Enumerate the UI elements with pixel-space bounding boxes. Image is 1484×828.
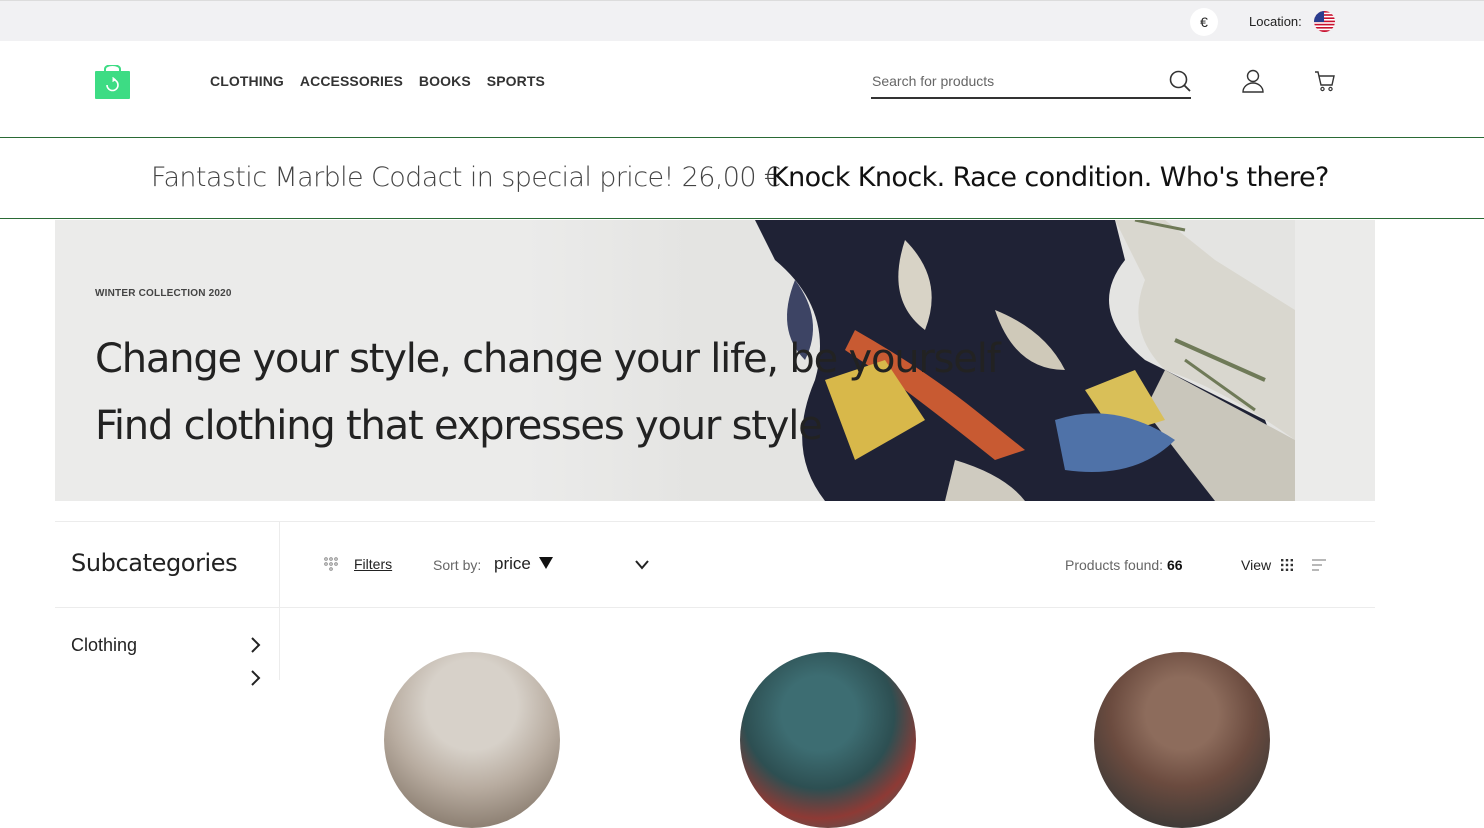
- grid-view-icon[interactable]: [1281, 559, 1293, 571]
- promo-strip: Fantastic Marble Codact in special price…: [0, 138, 1484, 219]
- filters-link[interactable]: Filters: [354, 556, 392, 572]
- search-input[interactable]: [871, 68, 1161, 94]
- sidebar-divider: [279, 521, 280, 680]
- location-label: Location:: [1249, 14, 1302, 29]
- subcategory-item-clothing[interactable]: Clothing: [71, 635, 266, 657]
- us-flag-icon[interactable]: [1314, 11, 1335, 32]
- product-card-image[interactable]: [384, 652, 560, 828]
- filters-icon: [324, 557, 338, 571]
- nav-clothing[interactable]: CLOTHING: [210, 73, 284, 89]
- hero-banner: WINTER COLLECTION 2020 Change your style…: [55, 220, 1375, 501]
- sort-direction-icon[interactable]: [539, 557, 553, 569]
- nav-books[interactable]: BOOKS: [419, 73, 471, 89]
- subcategory-label: Clothing: [71, 635, 138, 655]
- product-card-image[interactable]: [740, 652, 916, 828]
- search-bar: [871, 68, 1191, 99]
- subcategory-item-next[interactable]: [71, 668, 266, 690]
- main-header: CLOTHING ACCESSORIES BOOKS SPORTS: [0, 41, 1484, 138]
- products-found-label: Products found:: [1065, 557, 1164, 573]
- product-card-image[interactable]: [1094, 652, 1270, 828]
- top-utility-bar: € Location:: [0, 0, 1484, 41]
- sort-value[interactable]: price: [494, 554, 531, 574]
- currency-selector[interactable]: €: [1190, 8, 1218, 36]
- nav-sports[interactable]: SPORTS: [487, 73, 545, 89]
- hero-heading: Change your style, change your life, be …: [95, 336, 1001, 382]
- toolbar-bottom-divider: [55, 607, 1375, 608]
- toolbar-top-divider: [55, 521, 1375, 522]
- list-view-icon[interactable]: [1312, 559, 1326, 571]
- promo-offer-text[interactable]: Fantastic Marble Codact in special price…: [151, 162, 781, 193]
- sort-by-label: Sort by:: [433, 557, 482, 573]
- cart-icon[interactable]: [1314, 70, 1336, 92]
- shopping-bag-logo-icon[interactable]: [95, 64, 130, 99]
- chevron-right-icon: [251, 670, 261, 686]
- hero-tagline: WINTER COLLECTION 2020: [95, 288, 232, 299]
- chevron-down-icon[interactable]: [634, 559, 650, 571]
- user-icon[interactable]: [1242, 69, 1264, 93]
- products-found-count: 66: [1166, 557, 1183, 573]
- nav-accessories[interactable]: ACCESSORIES: [300, 73, 403, 89]
- filters-toggle[interactable]: Filters: [324, 556, 392, 572]
- promo-joke-text: Knock Knock. Race condition. Who's there…: [771, 162, 1329, 193]
- products-found: Products found: 66: [1065, 557, 1183, 573]
- chevron-right-icon: [251, 637, 261, 653]
- view-label: View: [1241, 557, 1272, 573]
- hero-subheading: Find clothing that expresses your style: [95, 403, 823, 449]
- search-icon[interactable]: [1169, 70, 1191, 92]
- subcategories-title: Subcategories: [71, 549, 238, 577]
- main-nav: CLOTHING ACCESSORIES BOOKS SPORTS: [210, 73, 545, 89]
